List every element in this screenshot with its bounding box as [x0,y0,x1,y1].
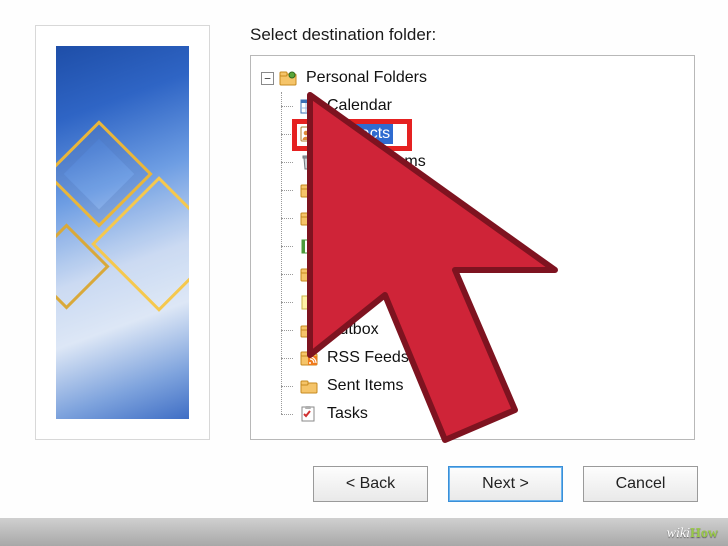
tree-item[interactable]: Junk E-mail [293,260,690,288]
tree-item-label: RSS Feeds [324,348,412,368]
tree-item[interactable]: Tasks [293,400,690,428]
tasks-icon [299,405,319,423]
calendar-icon [299,97,319,115]
personal-folders-icon [278,69,298,87]
cancel-button[interactable]: Cancel [583,466,698,502]
prompt-label: Select destination folder: [250,25,436,45]
next-button[interactable]: Next > [448,466,563,502]
back-button[interactable]: < Back [313,466,428,502]
tree-item-label: Inbox [324,208,369,228]
folder-tree[interactable]: − Personal Folders Calendar Contacts Delet… [250,55,695,440]
tree-item[interactable]: Calendar [293,92,690,120]
rss-icon [299,349,319,367]
tree-item[interactable]: Drafts [293,176,690,204]
tree-item[interactable]: Notes [293,288,690,316]
contacts-icon [299,125,319,143]
tree-item[interactable]: Deleted Items [293,148,690,176]
tree-item-label: Contacts [324,124,393,144]
tree-item-label: Drafts [324,180,373,200]
tree-item[interactable]: Journal [293,232,690,260]
tree-item[interactable]: RSS Feeds [293,344,690,372]
folder-icon [299,377,319,395]
tree-item-label: Calendar [324,96,395,116]
wizard-button-row: < Back Next > Cancel [250,466,698,506]
tree-root-item[interactable]: − Personal Folders [255,64,690,92]
tree-item-label: Sent Items [324,376,406,396]
tree-item[interactable]: Contacts [293,120,690,148]
tree-item-label: Outbox [324,320,382,340]
tree-item[interactable]: Sent Items [293,372,690,400]
outbox-icon [299,321,319,339]
trash-icon [299,153,319,171]
folder-icon [299,209,319,227]
folder-icon [299,265,319,283]
journal-icon [299,237,319,255]
tree-item-label: Journal [324,236,382,256]
watermark: wikiHow [667,526,718,542]
footer-strip: wikiHow [0,518,728,546]
tree-item[interactable]: Inbox [293,204,690,232]
tree-item[interactable]: Outbox [293,316,690,344]
import-wizard-dialog: Select destination folder: − Personal Fo… [0,0,728,546]
tree-item-label: Tasks [324,404,371,424]
tree-root-label: Personal Folders [303,68,430,88]
folder-icon [299,181,319,199]
wizard-sidebar-art [56,46,189,419]
tree-item-label: Notes [324,292,372,312]
collapse-icon[interactable]: − [261,72,274,85]
tree-item-label: Deleted Items [324,152,429,172]
notes-icon [299,293,319,311]
wizard-sidebar-image [35,25,210,440]
tree-item-label: Junk E-mail [324,264,414,284]
